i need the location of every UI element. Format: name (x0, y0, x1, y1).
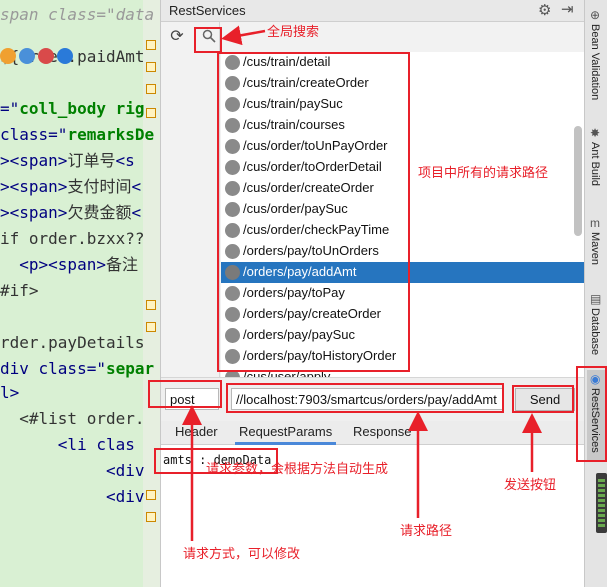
tool-tab-label: Database (589, 308, 601, 356)
tool-tab-label: Bean Validation (589, 24, 601, 101)
code-token: 欠费金额 (67, 203, 132, 222)
panel-toolbar: ⟳ (161, 22, 220, 377)
annotation-params: 请求参数，会根据方法自动生成 (206, 461, 389, 476)
annotation-box-tab (576, 366, 607, 462)
tool-tab-label: Maven (589, 232, 601, 266)
code-line: <p><span>备注 (0, 256, 138, 274)
annotation-global-search: 全局搜索 (267, 24, 320, 39)
database-icon: ▤ (590, 292, 602, 306)
tree-scrollbar[interactable] (574, 126, 582, 236)
code-line: <li clas (0, 436, 135, 454)
code-token: <li clas (0, 435, 135, 454)
annotation-box-url (226, 383, 504, 413)
code-token: <#list order. (0, 409, 145, 428)
annotation-all-paths: 项目中所有的请求路径 (418, 165, 549, 180)
code-token: #if> (0, 281, 39, 300)
annotation-request-path: 请求路径 (400, 523, 453, 538)
code-token: if order.bzxx?? (0, 229, 145, 248)
panel-title: RestServices (169, 3, 246, 18)
fold-marker[interactable] (146, 322, 156, 332)
ie-icon[interactable] (19, 48, 35, 64)
code-line: ><span>欠费金额< (0, 204, 141, 222)
code-token: span class="data (0, 5, 155, 24)
request-tabs: Header RequestParams Response (161, 421, 585, 445)
code-token: ><span> (0, 177, 68, 196)
tab-header[interactable]: Header (171, 424, 222, 445)
code-token: < (131, 203, 142, 222)
tool-tab-bean-validation[interactable]: ⊕ Bean Validation (587, 6, 606, 116)
tool-tab-label: Ant Build (589, 142, 601, 187)
fold-marker[interactable] (146, 84, 156, 94)
code-token: =" (0, 99, 20, 118)
code-line: ><span>支付时间< (0, 178, 141, 196)
edge-icon[interactable] (57, 48, 73, 64)
code-line: span class="data (0, 6, 154, 24)
code-token: class=" (0, 125, 68, 144)
annotation-method: 请求方式，可以修改 (183, 546, 301, 561)
tool-tab-ant-build[interactable]: ✸ Ant Build (587, 124, 606, 204)
code-editor[interactable]: span class="data${order.paidAmt="coll_bo… (0, 0, 160, 587)
annotation-box-send (512, 385, 574, 413)
gear-icon[interactable]: ⚙ (538, 1, 551, 19)
code-token: ><span> (0, 203, 68, 222)
minimize-icon[interactable]: ⇥ (561, 0, 574, 18)
annotation-box-paths (217, 52, 410, 372)
refresh-icon[interactable]: ⟳ (167, 27, 187, 47)
tool-tab-database[interactable]: ▤ Database (587, 290, 606, 362)
code-token: <div (0, 461, 145, 480)
code-line: div class="separ (0, 360, 154, 378)
code-token: remarksDe (67, 125, 155, 144)
code-line: if order.bzxx?? (0, 230, 145, 248)
firefox-icon[interactable] (0, 48, 16, 64)
code-token: div class=" (0, 359, 106, 378)
browser-preview-icons (0, 48, 120, 66)
code-line: rder.payDetails (0, 334, 145, 352)
fold-marker[interactable] (146, 108, 156, 118)
fold-marker[interactable] (146, 512, 156, 522)
tab-requestparams[interactable]: RequestParams (235, 424, 337, 445)
code-line: <div (0, 488, 145, 506)
maven-icon: m (590, 216, 600, 230)
code-token: ><span> (0, 151, 68, 170)
code-line: class="remarksDe (0, 126, 154, 144)
code-line: l> (0, 384, 19, 402)
tab-response[interactable]: Response (349, 424, 416, 445)
fold-marker[interactable] (146, 490, 156, 500)
code-token: 备注 (105, 255, 138, 274)
code-token: coll_body rig (19, 99, 145, 118)
code-line: ><span>订单号<s (0, 152, 135, 170)
code-line: <#list order. (0, 409, 145, 428)
annotation-box-method (148, 380, 222, 408)
tool-tab-maven[interactable]: m Maven (587, 214, 606, 282)
code-line: <div (0, 462, 145, 480)
opera-icon[interactable] (38, 48, 54, 64)
code-token: l> (0, 383, 20, 402)
code-token: <s (115, 151, 135, 170)
bean-validation-icon: ⊕ (590, 8, 601, 22)
code-token: < (131, 177, 142, 196)
annotation-send-button: 发送按钮 (504, 477, 557, 492)
fold-marker[interactable] (146, 40, 156, 50)
ant-build-icon: ✸ (590, 126, 601, 140)
memory-indicator (596, 473, 607, 533)
code-token: rder.payDetails (0, 333, 145, 352)
panel-title-bar: RestServices ⚙ ⇥ (161, 0, 585, 22)
code-token: 订单号 (67, 151, 116, 170)
fold-marker[interactable] (146, 300, 156, 310)
code-token: <div (0, 487, 145, 506)
code-line: #if> (0, 282, 39, 300)
code-token: <p><span> (0, 255, 106, 274)
annotation-box-search (194, 27, 222, 53)
code-line: ="coll_body rig (0, 100, 145, 118)
code-token: separ (105, 359, 155, 378)
code-token: 支付时间 (67, 177, 132, 196)
fold-marker[interactable] (146, 62, 156, 72)
